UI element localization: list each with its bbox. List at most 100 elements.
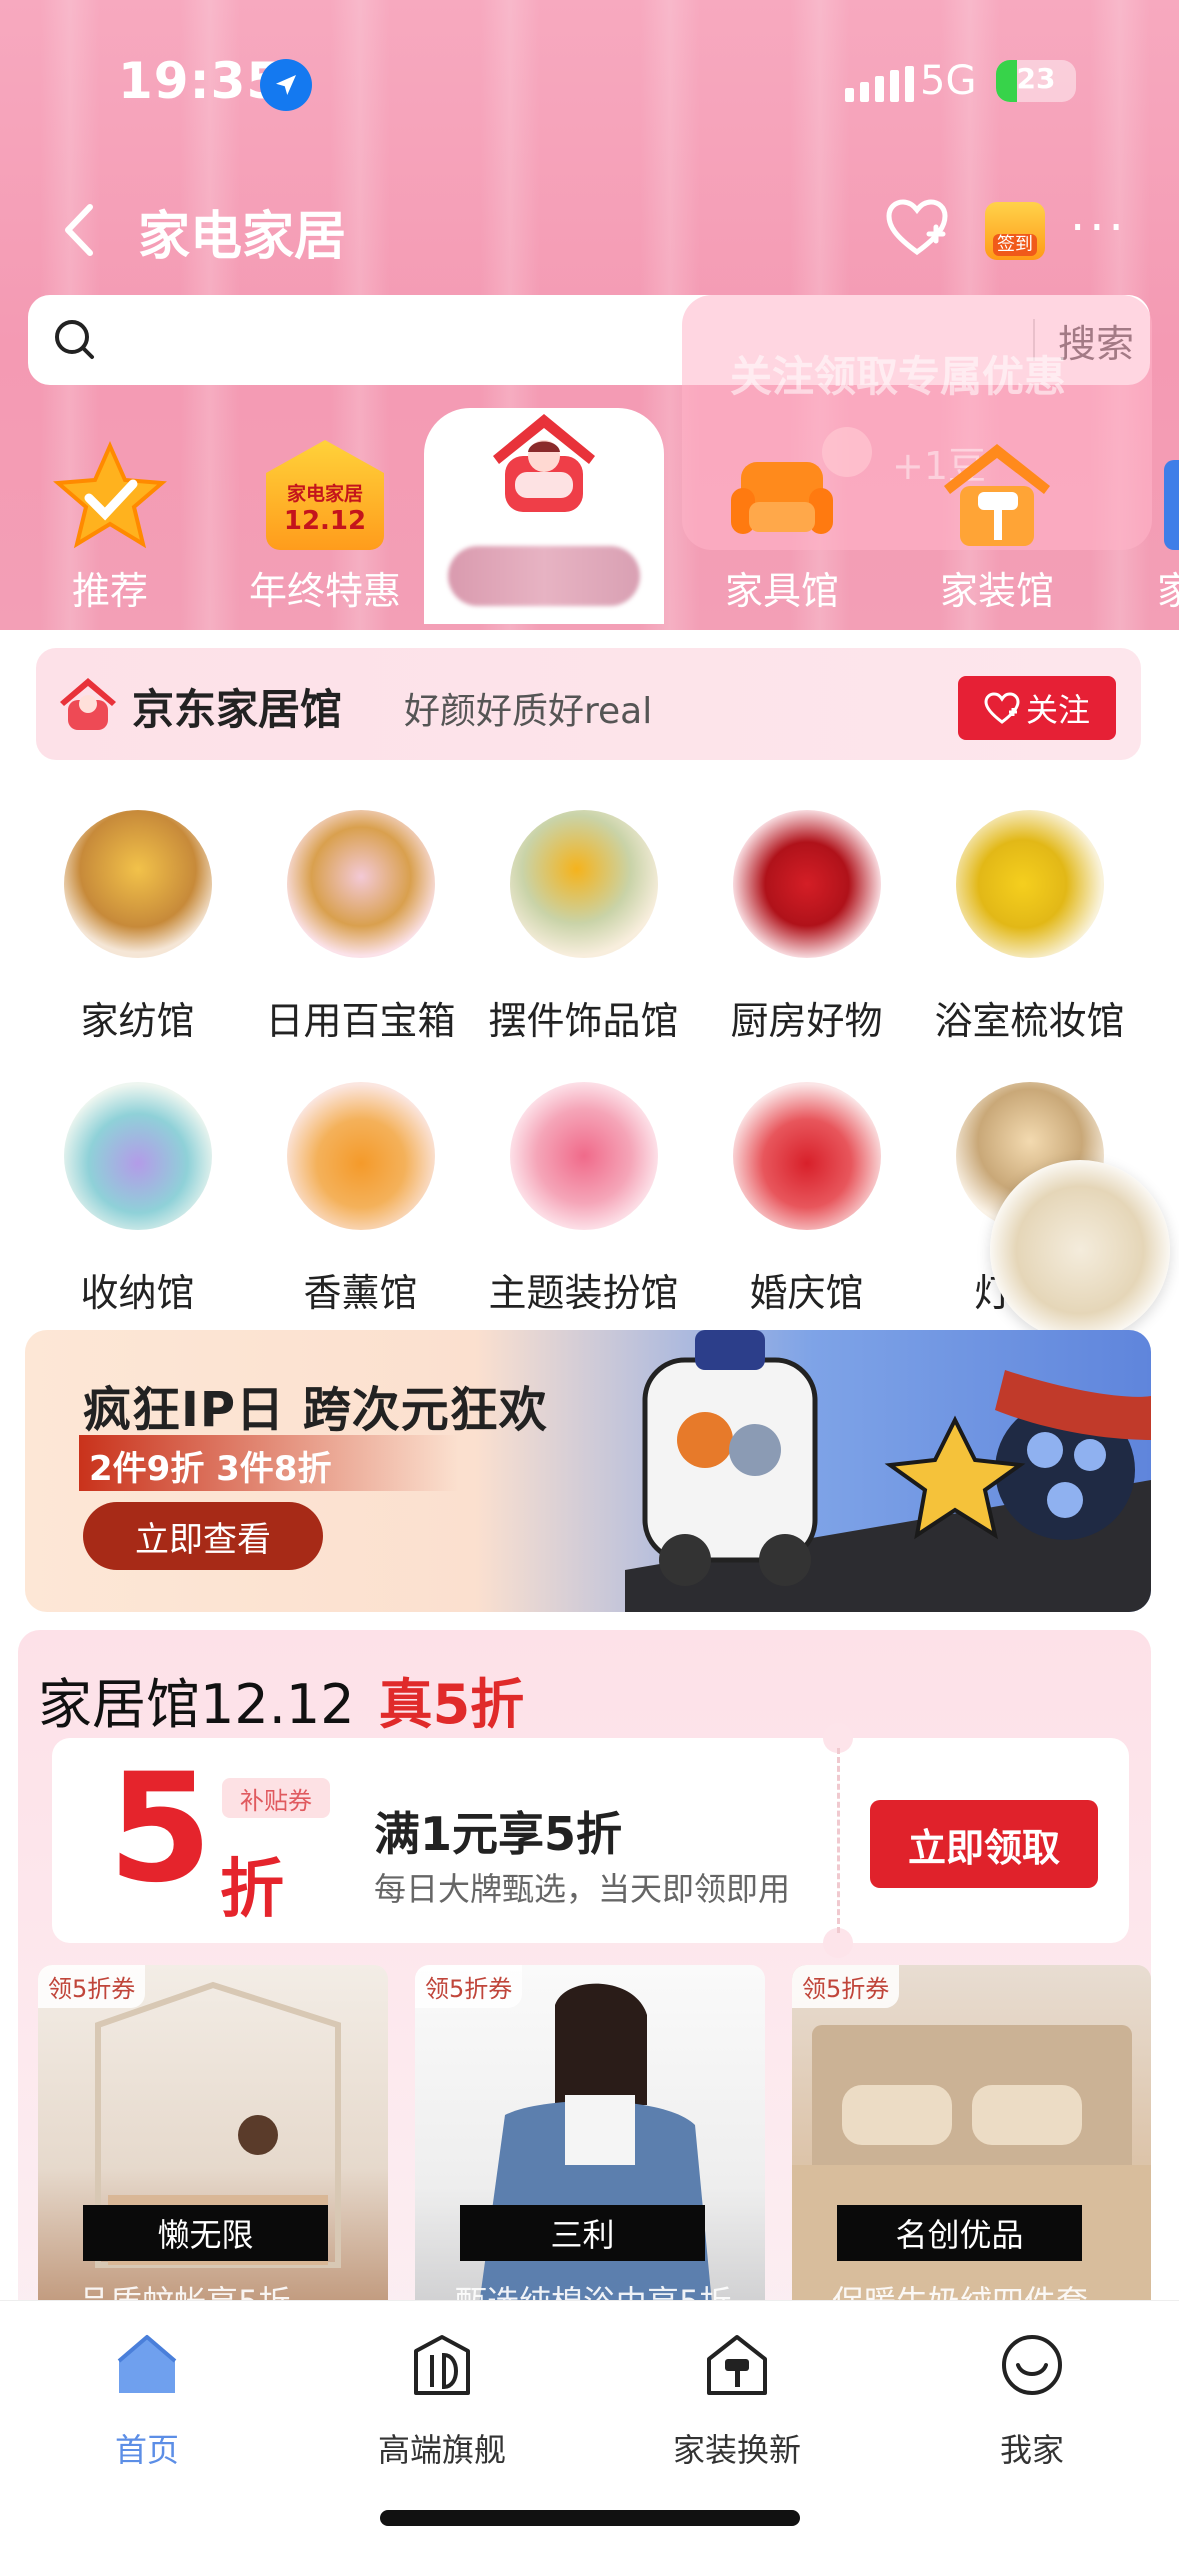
follow-heart-button[interactable]: ◆ xyxy=(885,198,949,258)
grid-item-wedding[interactable]: 婚庆馆 xyxy=(699,1082,914,1342)
grid-label: 婚庆馆 xyxy=(749,1271,864,1315)
grid-item-ornament[interactable]: 摆件饰品馆 xyxy=(476,810,691,1070)
home-indicator xyxy=(380,2510,800,2526)
floating-bedding-image[interactable] xyxy=(990,1160,1170,1340)
battery-icon: 23 xyxy=(996,60,1076,102)
grid-label: 主题装扮馆 xyxy=(488,1271,679,1315)
grid-label: 摆件饰品馆 xyxy=(488,999,679,1043)
tab-home[interactable]: 首页 xyxy=(27,2321,267,2471)
tooltip-title: 关注领取专属优惠 xyxy=(730,352,1067,401)
tab-label: 高端旗舰 xyxy=(377,2431,506,2469)
nav-bar: 家电家居 ◆ 签到 ··· xyxy=(0,180,1179,280)
heart-plus-icon xyxy=(984,692,1020,724)
claim-coupon-button[interactable]: 立即领取 xyxy=(870,1800,1098,1888)
grid-label: 收纳馆 xyxy=(80,1271,195,1315)
category-label-blurred xyxy=(448,546,640,606)
main-content: 京东家居馆 好颜好质好real 关注 家纺馆 日用百宝箱 摆件饰品馆 厨房好物 … xyxy=(0,630,1179,2335)
category-label: 推荐 xyxy=(71,569,148,613)
grid-item-storage[interactable]: 收纳馆 xyxy=(30,1082,245,1342)
status-time: 19:35 xyxy=(118,52,283,110)
home-icon xyxy=(117,2335,177,2393)
grid-label: 日用百宝箱 xyxy=(265,999,456,1043)
badge-line1: 家电家居 xyxy=(286,482,363,505)
product-card[interactable]: 领5折券 三利 甄选纯棉浴巾享5折 xyxy=(415,1965,765,2335)
smile-icon xyxy=(1002,2335,1062,2395)
coupon-desc: 每日大牌甄选，当天即领即用 xyxy=(374,1870,791,1908)
tab-flagship[interactable]: 高端旗舰 xyxy=(322,2321,562,2471)
back-button[interactable] xyxy=(55,202,103,258)
category-label: 年终特惠 xyxy=(248,569,401,613)
grid-item-theme[interactable]: 主题装扮馆 xyxy=(476,1082,691,1342)
battery-level: 23 xyxy=(1016,62,1056,95)
tab-label: 家装换新 xyxy=(672,2431,801,2469)
grid-label: 浴室梳妆馆 xyxy=(934,999,1125,1043)
signal-icon xyxy=(845,66,914,102)
follow-label: 关注 xyxy=(1025,691,1090,729)
product-brand: 三利 xyxy=(460,2205,705,2261)
grid-item-daily[interactable]: 日用百宝箱 xyxy=(253,810,468,1070)
category-label: 家装馆 xyxy=(939,569,1054,613)
sale-section: 家居馆12.12 真5折 5 补贴券 折 满1元享5折 每日大牌甄选，当天即领即用… xyxy=(18,1630,1151,2335)
sign-in-button[interactable]: 签到 xyxy=(985,202,1045,260)
page-title: 家电家居 xyxy=(138,207,347,267)
aroma-image xyxy=(287,1082,435,1230)
grid-item-bathroom[interactable]: 浴室梳妆馆 xyxy=(922,810,1137,1070)
product-tag: 领5折券 xyxy=(792,1965,900,2008)
tab-my-home[interactable]: 我家 xyxy=(912,2321,1152,2471)
product-card[interactable]: 领5折券 懒无限 品质蚊帐享5折 xyxy=(38,1965,388,2335)
theme-decor-image xyxy=(510,1082,658,1230)
header: 19:35 5G 23 家电家居 ◆ 签到 xyxy=(0,0,1179,630)
category-home-active[interactable] xyxy=(424,408,664,624)
paint-roller-tab-icon xyxy=(707,2335,767,2395)
grid-label: 香薰馆 xyxy=(303,1271,418,1315)
location-icon xyxy=(260,59,312,111)
product-card[interactable]: 领5折券 名创优品 保暖牛奶绒四件套 xyxy=(792,1965,1151,2335)
search-icon xyxy=(55,320,94,359)
kitchen-image xyxy=(733,810,881,958)
bed-house-icon xyxy=(493,414,595,512)
network-label: 5G xyxy=(920,58,977,104)
coupon-discount-number: 5 xyxy=(108,1742,213,1916)
banner-headline: 疯狂IP日 跨次元狂欢 xyxy=(83,1382,548,1438)
category-year-end[interactable]: 家电家居 12.12 年终特惠 xyxy=(225,420,425,620)
coupon-discount-unit: 折 xyxy=(220,1853,284,1927)
textile-image xyxy=(64,810,212,958)
category-recommend[interactable]: 推荐 xyxy=(10,420,210,620)
category-partial-icon xyxy=(1164,460,1179,550)
category-label: 家具馆 xyxy=(724,569,839,613)
tab-renovation[interactable]: 家装换新 xyxy=(617,2321,857,2471)
coupon-main-text: 满1元享5折 xyxy=(374,1807,623,1861)
coupon-divider xyxy=(837,1748,840,1933)
follow-button[interactable]: 关注 xyxy=(958,676,1116,740)
coupon-card: 5 补贴券 折 满1元享5折 每日大牌甄选，当天即领即用 立即领取 xyxy=(52,1723,1129,1958)
badge-line2: 12.12 xyxy=(283,505,367,536)
grid-label: 家纺馆 xyxy=(80,999,195,1043)
ip-day-banner[interactable]: 疯狂IP日 跨次元狂欢 2件9折 3件8折 立即查看 xyxy=(25,1330,1151,1612)
brand-bar: 京东家居馆 好颜好质好real 关注 xyxy=(36,648,1141,760)
wedding-image xyxy=(733,1082,881,1230)
category-furniture[interactable]: 家具馆 xyxy=(682,420,882,620)
tab-label: 首页 xyxy=(114,2431,179,2469)
year-end-badge-icon: 家电家居 12.12 xyxy=(266,440,384,550)
grid-item-kitchen[interactable]: 厨房好物 xyxy=(699,810,914,1070)
banner-cta-button[interactable]: 立即查看 xyxy=(83,1502,323,1570)
category-decoration[interactable]: 家装馆 xyxy=(897,420,1097,620)
storage-image xyxy=(64,1082,212,1230)
bathroom-image xyxy=(956,810,1104,958)
grid-item-aroma[interactable]: 香薰馆 xyxy=(253,1082,468,1342)
brand-name: 京东家居馆 xyxy=(132,685,343,734)
category-more[interactable]: 家 xyxy=(1112,420,1179,620)
banner-illustration xyxy=(625,1330,1151,1612)
grid-item-textile[interactable]: 家纺馆 xyxy=(30,810,245,1070)
grid-label: 厨房好物 xyxy=(730,999,883,1043)
more-button[interactable]: ··· xyxy=(1070,204,1128,252)
status-bar: 19:35 5G 23 xyxy=(0,52,1179,122)
flagship-icon xyxy=(414,2335,470,2395)
product-brand: 名创优品 xyxy=(837,2205,1082,2261)
coupon-tag: 补贴券 xyxy=(222,1778,330,1818)
tab-label: 我家 xyxy=(999,2431,1064,2469)
sale-title: 家居馆12.12 真5折 xyxy=(38,1660,524,1739)
category-label: 家 xyxy=(1157,569,1179,613)
sale-title-text: 家居馆12.12 xyxy=(38,1673,355,1736)
product-tag: 领5折券 xyxy=(415,1965,523,2008)
